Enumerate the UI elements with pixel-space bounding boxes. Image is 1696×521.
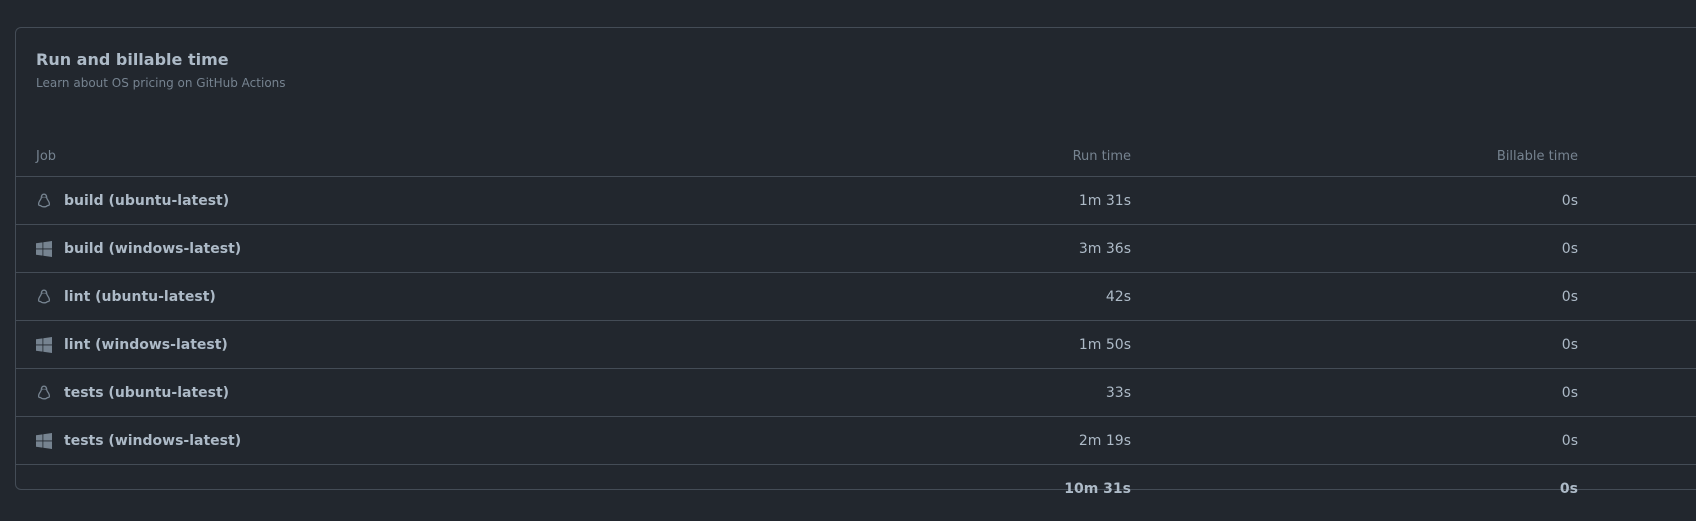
run-time-value: 1m 50s xyxy=(1078,336,1131,353)
billable-time-value: 0s xyxy=(1561,288,1578,305)
table-row: tests (windows-latest) 2m 19s 0s xyxy=(16,417,1696,465)
table-row: build (windows-latest) 3m 36s 0s xyxy=(16,225,1696,273)
table-row: build (ubuntu-latest) 1m 31s 0s xyxy=(16,177,1696,225)
total-billable-time: 0s xyxy=(1559,481,1578,497)
run-time-value: 2m 19s xyxy=(1078,432,1131,449)
run-time-value: 42s xyxy=(1105,288,1131,305)
run-billable-time-panel: Run and billable time Learn about OS pri… xyxy=(15,27,1696,497)
billable-time-value: 0s xyxy=(1561,240,1578,257)
job-name[interactable]: lint (ubuntu-latest) xyxy=(64,289,216,305)
linux-icon xyxy=(36,289,52,305)
billable-time-value: 0s xyxy=(1561,192,1578,209)
job-name[interactable]: tests (ubuntu-latest) xyxy=(64,385,229,401)
column-header-billable-time: Billable time xyxy=(1496,149,1578,164)
job-cell: build (windows-latest) xyxy=(36,225,241,272)
table-header-row: Job Run time Billable time xyxy=(16,124,1696,177)
job-cell: lint (ubuntu-latest) xyxy=(36,273,216,320)
linux-icon xyxy=(36,193,52,209)
windows-icon xyxy=(36,432,52,449)
job-name[interactable]: lint (windows-latest) xyxy=(64,337,228,353)
total-row: 10m 31s 0s xyxy=(16,465,1696,513)
run-time-value: 1m 31s xyxy=(1078,192,1131,209)
job-name[interactable]: build (windows-latest) xyxy=(64,241,241,257)
table-row: lint (ubuntu-latest) 42s 0s xyxy=(16,273,1696,321)
job-cell: build (ubuntu-latest) xyxy=(36,177,229,224)
windows-icon xyxy=(36,336,52,353)
job-name[interactable]: build (ubuntu-latest) xyxy=(64,193,229,209)
job-cell: lint (windows-latest) xyxy=(36,321,228,368)
linux-icon xyxy=(36,385,52,401)
billable-time-value: 0s xyxy=(1561,432,1578,449)
panel-title: Run and billable time xyxy=(36,50,229,69)
jobs-table: Job Run time Billable time build (ubuntu… xyxy=(16,124,1696,513)
os-pricing-link[interactable]: Learn about OS pricing on GitHub Actions xyxy=(36,75,286,91)
panel-header: Run and billable time Learn about OS pri… xyxy=(36,50,286,91)
job-cell: tests (windows-latest) xyxy=(36,417,241,464)
windows-icon xyxy=(36,240,52,257)
billable-time-value: 0s xyxy=(1561,336,1578,353)
table-row: lint (windows-latest) 1m 50s 0s xyxy=(16,321,1696,369)
column-header-run-time: Run time xyxy=(1072,149,1131,164)
table-row: tests (ubuntu-latest) 33s 0s xyxy=(16,369,1696,417)
column-header-job: Job xyxy=(36,149,57,164)
run-time-value: 3m 36s xyxy=(1078,240,1131,257)
run-time-value: 33s xyxy=(1105,384,1131,401)
billable-time-value: 0s xyxy=(1561,384,1578,401)
total-run-time: 10m 31s xyxy=(1064,481,1131,497)
job-cell: tests (ubuntu-latest) xyxy=(36,369,229,416)
job-name[interactable]: tests (windows-latest) xyxy=(64,433,241,449)
